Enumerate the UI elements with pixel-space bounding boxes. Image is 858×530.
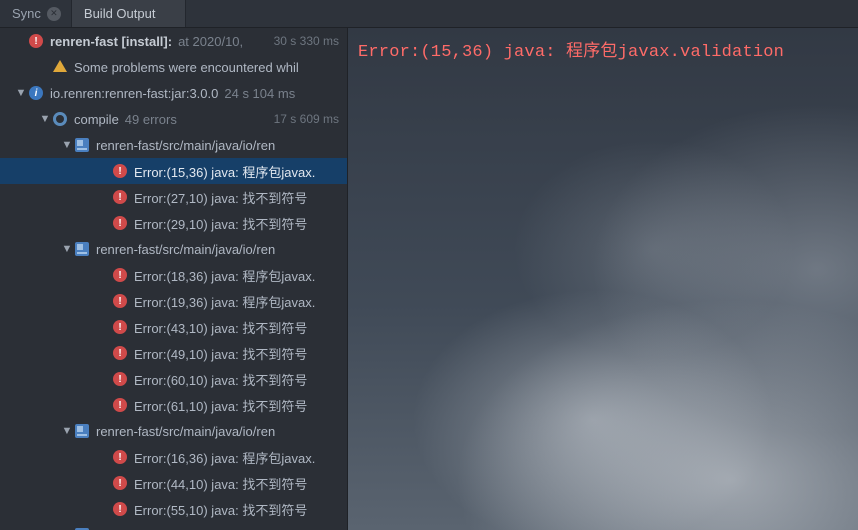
tree-row-label: renren-fast/src/main/java/io/ren (96, 138, 275, 153)
indent (0, 249, 60, 250)
tool-window: Sync Build Output renren-fast [install]:… (0, 0, 858, 530)
tree-row[interactable]: renren-fast [install]: at 2020/10, 30 s 33… (0, 28, 347, 54)
error-icon (112, 215, 128, 231)
chevron-down-icon[interactable]: ▼ (60, 243, 74, 255)
error-icon (112, 475, 128, 491)
tree-row-label: renren-fast [install]: (50, 34, 172, 49)
tree-row[interactable]: Error:(19,36) java: 程序包javax. (0, 288, 347, 314)
chevron-down-icon[interactable]: ▼ (38, 113, 52, 125)
tree-row-label: Error:(55,10) java: 找不到符号 (134, 500, 307, 519)
error-icon (112, 189, 128, 205)
tree-row-label: Error:(61,10) java: 找不到符号 (134, 396, 307, 415)
tree-row-label: Error:(15,36) java: 程序包javax. (134, 162, 315, 181)
tree-row-label: Error:(16,36) java: 程序包javax. (134, 448, 315, 467)
tree-row-label: Error:(60,10) java: 找不到符号 (134, 370, 307, 389)
tree-row[interactable]: Error:(44,10) java: 找不到符号 (0, 470, 347, 496)
error-icon (112, 449, 128, 465)
error-icon (112, 501, 128, 517)
tree-row[interactable]: ▼ renren-fast/src/main/java/io/ren (0, 236, 347, 262)
tab-sync-label: Sync (12, 6, 41, 21)
tree-row[interactable]: Error:(61,10) java: 找不到符号 (0, 392, 347, 418)
tree-row-label: renren-fast/src/main/java/io/ren (96, 424, 275, 439)
tree-row[interactable]: ▼renren-fast/src/main/java/io/ren (0, 522, 347, 530)
error-icon (112, 267, 128, 283)
indent (0, 119, 38, 120)
error-icon (28, 33, 44, 49)
tree-row[interactable]: Some problems were encountered whil (0, 54, 347, 80)
tree-row-label: Some problems were encountered whil (74, 60, 299, 75)
tree-row[interactable]: Error:(15,36) java: 程序包javax. (0, 158, 347, 184)
chevron-down-icon[interactable]: ▼ (14, 87, 28, 99)
indent (0, 327, 98, 328)
tab-build-label: Build Output (84, 6, 156, 21)
indent (0, 483, 98, 484)
indent (0, 197, 98, 198)
tab-sync[interactable]: Sync (0, 0, 72, 27)
close-icon[interactable] (47, 7, 61, 21)
tree-row[interactable]: Error:(18,36) java: 程序包javax. (0, 262, 347, 288)
indent (0, 379, 98, 380)
error-icon (112, 397, 128, 413)
tree-row-label: renren-fast/src/main/java/io/ren (96, 242, 275, 257)
tree-row-label: compile (74, 112, 119, 127)
tree-row-timing: 30 s 330 ms (274, 34, 339, 48)
indent (0, 171, 98, 172)
tab-bar: Sync Build Output (0, 0, 858, 28)
output-panel[interactable]: Error:(15,36) java: 程序包javax.validation (348, 28, 858, 530)
gear-icon (52, 111, 68, 127)
tree-row-label: Error:(44,10) java: 找不到符号 (134, 474, 307, 493)
indent (0, 457, 98, 458)
error-icon (112, 163, 128, 179)
tree-row[interactable]: Error:(49,10) java: 找不到符号 (0, 340, 347, 366)
tree-row-label: io.renren:renren-fast:jar:3.0.0 (50, 86, 218, 101)
build-tree[interactable]: renren-fast [install]: at 2020/10, 30 s 33… (0, 28, 348, 530)
java-file-icon (74, 241, 90, 257)
tree-row[interactable]: Error:(27,10) java: 找不到符号 (0, 184, 347, 210)
error-icon (112, 319, 128, 335)
info-icon (28, 85, 44, 101)
indent (0, 145, 60, 146)
indent (0, 275, 98, 276)
tree-row-suffix: 49 errors (125, 112, 177, 127)
tree-row-label: Error:(19,36) java: 程序包javax. (134, 292, 315, 311)
error-icon (112, 345, 128, 361)
tree-row[interactable]: ▼ io.renren:renren-fast:jar:3.0.0 24 s 104… (0, 80, 347, 106)
tree-row[interactable]: Error:(60,10) java: 找不到符号 (0, 366, 347, 392)
tree-row-label: Error:(18,36) java: 程序包javax. (134, 266, 315, 285)
tree-row[interactable]: Error:(16,36) java: 程序包javax. (0, 444, 347, 470)
error-message: Error:(15,36) java: 程序包javax.validation (348, 28, 858, 70)
indent (0, 93, 14, 94)
indent (0, 223, 98, 224)
indent (0, 431, 60, 432)
chevron-down-icon[interactable]: ▼ (60, 425, 74, 437)
tree-row-label: Error:(49,10) java: 找不到符号 (134, 344, 307, 363)
error-icon (112, 293, 128, 309)
tree-row-label: Error:(29,10) java: 找不到符号 (134, 214, 307, 233)
tree-row[interactable]: ▼ renren-fast/src/main/java/io/ren (0, 132, 347, 158)
tree-row[interactable]: Error:(55,10) java: 找不到符号 (0, 496, 347, 522)
tree-row-suffix: 24 s 104 ms (224, 86, 295, 101)
tree-row-label: Error:(43,10) java: 找不到符号 (134, 318, 307, 337)
java-file-icon (74, 137, 90, 153)
indent (0, 509, 98, 510)
tab-build-output[interactable]: Build Output (72, 0, 187, 27)
tree-row-label: Error:(27,10) java: 找不到符号 (134, 188, 307, 207)
tree-row[interactable]: Error:(29,10) java: 找不到符号 (0, 210, 347, 236)
tree-row[interactable]: ▼ renren-fast/src/main/java/io/ren (0, 418, 347, 444)
indent (0, 41, 14, 42)
background-image (348, 28, 858, 530)
tree-row-timing: 17 s 609 ms (274, 112, 339, 126)
chevron-down-icon[interactable]: ▼ (60, 139, 74, 151)
tree-row-suffix: at 2020/10, (178, 34, 243, 49)
indent (0, 353, 98, 354)
warning-icon (52, 59, 68, 75)
tree-row[interactable]: Error:(43,10) java: 找不到符号 (0, 314, 347, 340)
tree-row[interactable]: ▼ compile 49 errors 17 s 609 ms (0, 106, 347, 132)
error-icon (112, 371, 128, 387)
java-file-icon (74, 423, 90, 439)
indent (0, 67, 38, 68)
indent (0, 405, 98, 406)
indent (0, 301, 98, 302)
main-split: renren-fast [install]: at 2020/10, 30 s 33… (0, 28, 858, 530)
